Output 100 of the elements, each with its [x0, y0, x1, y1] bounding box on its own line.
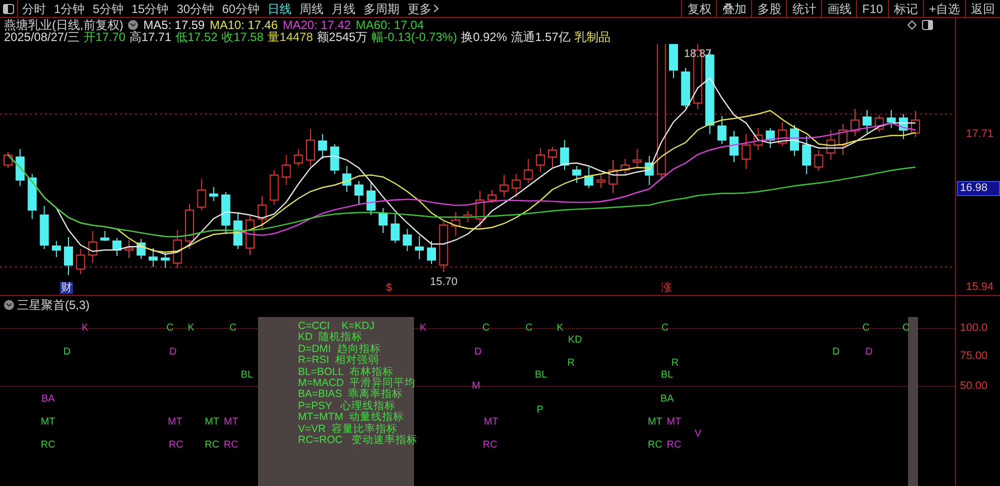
signal-marker: MT	[204, 416, 220, 428]
signal-marker: C	[482, 322, 490, 334]
signal-marker: RC	[666, 440, 682, 450]
event-marker[interactable]: 财	[60, 282, 73, 294]
toolbar-button[interactable]: 叠加	[716, 0, 752, 17]
signal-marker: D	[865, 346, 873, 358]
toolbar-button[interactable]: 返回	[965, 0, 1000, 17]
period-tab[interactable]: 日线	[263, 0, 296, 18]
quote-field: 低17.52	[175, 31, 218, 43]
quote-field: 乳制品	[574, 31, 610, 43]
legend-line: KD 随机指标	[298, 332, 362, 344]
legend-line: RC=ROC 变动速率指标	[298, 435, 418, 446]
signal-marker: MT	[224, 416, 238, 428]
legend-line: BA=BIAS 乖离率指标	[298, 389, 403, 400]
collapse-icon[interactable]	[4, 300, 14, 310]
signal-marker: RC	[482, 440, 498, 450]
indicator-title: 三星聚首(5,3)	[17, 299, 90, 311]
signal-marker: R	[567, 358, 575, 368]
signal-marker: D	[474, 346, 482, 358]
stock-title: 燕塘乳业(日线,前复权)	[4, 19, 124, 31]
signal-marker: RC	[224, 440, 238, 450]
legend-line: MT=MTM 动量线指标	[298, 412, 404, 424]
toolbar-button[interactable]: 统计	[786, 0, 822, 17]
quote-field: 量14478	[268, 31, 313, 43]
legend-line: C=CCI K=KDJ	[298, 321, 374, 332]
event-marker[interactable]: 涨	[660, 282, 673, 294]
signal-marker: V	[694, 428, 702, 440]
toolbar-button[interactable]: 画线	[821, 0, 856, 17]
legend-line: BL=BOLL 布林指标	[298, 366, 394, 378]
period-tab[interactable]: 5分钟	[88, 0, 128, 18]
toolbar-button[interactable]: 多股	[751, 0, 786, 17]
signal-marker: K	[188, 322, 194, 334]
signal-marker: MT	[40, 416, 56, 428]
signal-marker: MT	[648, 416, 662, 428]
low-price-label: 15.70	[430, 275, 458, 290]
quote-field: 额2545万	[316, 31, 368, 43]
signal-marker: C	[862, 322, 870, 334]
signal-marker: BL	[534, 370, 548, 380]
signal-marker: RC	[168, 440, 184, 450]
moving-average-label: MA5: 17.59	[143, 19, 205, 31]
quote-field: 换0.92%	[460, 31, 508, 43]
signal-marker: MT	[168, 416, 182, 428]
signal-marker: RC	[40, 440, 56, 450]
signal-marker: R	[671, 358, 679, 368]
diamond-icon[interactable]	[907, 20, 917, 30]
period-tab[interactable]: 多周期	[359, 0, 404, 18]
quote-field: 幅-0.13(-0.73%)	[372, 31, 457, 43]
indicator-axis-label: 50.00	[960, 380, 988, 392]
indicator-axis-label: 100.0	[960, 322, 988, 334]
period-tab[interactable]: 15分钟	[127, 0, 173, 18]
signal-marker: P	[536, 404, 544, 416]
quote-field: 收17.58	[222, 31, 264, 43]
moving-average-label: MA20: 17.42	[282, 19, 351, 31]
period-tab[interactable]: 30分钟	[172, 0, 218, 18]
signal-marker: RC	[204, 440, 220, 450]
signal-marker: BL	[660, 370, 674, 380]
price-axis-label: 15.94	[965, 281, 995, 294]
collapse-icon[interactable]	[128, 20, 138, 30]
signal-marker: D	[169, 346, 177, 358]
signal-marker: BL	[240, 370, 254, 380]
legend-line: D=DMI 趋向指标	[298, 344, 381, 355]
price-axis-label: 16.98	[957, 181, 1000, 196]
signal-marker: MT	[484, 416, 498, 428]
toolbar-button[interactable]: F10	[856, 0, 888, 17]
signal-marker: D	[63, 346, 71, 358]
signal-marker: BA	[41, 394, 55, 404]
signal-marker: C	[166, 322, 174, 334]
price-axis-label: 17.71	[965, 128, 995, 141]
quote-field: 开17.70	[83, 31, 126, 43]
moving-average-label: MA10: 17.46	[210, 19, 278, 31]
signal-marker: C	[661, 322, 669, 334]
panel-toggle-icon[interactable]	[922, 20, 933, 30]
period-tab[interactable]: 分时	[18, 0, 50, 18]
toolbar-button[interactable]: +自选	[922, 0, 965, 17]
signal-marker: K	[556, 322, 564, 334]
toolbar-button[interactable]: 标记	[888, 0, 923, 17]
signal-marker: M	[472, 380, 480, 392]
quote-field: 流通1.57亿	[511, 31, 570, 43]
period-tab[interactable]: 60分钟	[218, 0, 264, 18]
legend-line: R=RSI 相对强弱	[298, 355, 380, 366]
moving-average-label: MA60: 17.04	[356, 19, 424, 31]
signal-marker: C	[229, 322, 237, 334]
indicator-axis-label: 75.00	[960, 350, 988, 362]
signal-marker: K	[420, 322, 426, 334]
signal-marker: K	[82, 322, 88, 334]
period-tab[interactable]: 月线	[327, 0, 360, 18]
event-marker[interactable]: $	[385, 282, 394, 294]
period-tab[interactable]: 更多	[403, 0, 444, 18]
signal-marker: MT	[666, 416, 682, 428]
signal-marker: C	[525, 322, 533, 334]
panel-toggle-icon[interactable]	[3, 4, 14, 14]
quote-field: 高17.71	[129, 31, 172, 43]
signal-marker: RC	[648, 440, 662, 450]
signal-marker: C	[902, 322, 910, 334]
legend-line: M=MACD 平滑异同平均	[298, 378, 416, 390]
chevron-right-icon	[433, 4, 440, 13]
period-tab[interactable]: 周线	[295, 0, 328, 18]
toolbar-button[interactable]: 复权	[681, 0, 716, 17]
legend-line: V=VR 容量比率指标	[298, 424, 398, 435]
period-tab[interactable]: 1分钟	[50, 0, 89, 18]
